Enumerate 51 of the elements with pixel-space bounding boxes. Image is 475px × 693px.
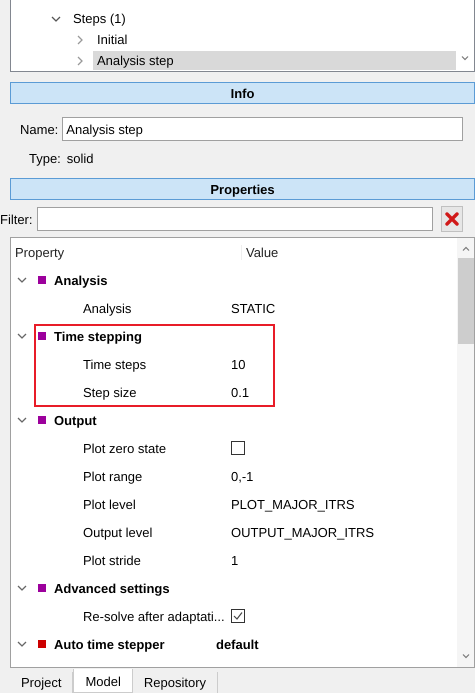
tree-item[interactable]: Steps (1): [69, 9, 130, 28]
property-name: Plot stride: [83, 552, 142, 568]
group-label: Auto time stepper: [54, 636, 166, 652]
close-icon: [444, 212, 458, 226]
property-value[interactable]: 0.1: [231, 384, 250, 400]
property-value[interactable]: STATIC: [231, 300, 276, 316]
properties-header: Properties: [10, 178, 475, 200]
property-name: Re-solve after adaptati...: [83, 608, 226, 624]
property-name: Analysis: [83, 300, 132, 316]
scrollbar[interactable]: [457, 238, 474, 667]
checkbox[interactable]: [231, 609, 245, 623]
column-header[interactable]: Value: [242, 244, 278, 260]
tab[interactable]: Repository: [132, 672, 218, 693]
tree-item[interactable]: Analysis step: [93, 51, 456, 70]
checkbox[interactable]: [231, 441, 245, 455]
property-value[interactable]: 0,-1: [231, 468, 254, 484]
chevron-icon[interactable]: [17, 639, 27, 649]
chevron-icon[interactable]: [51, 14, 61, 24]
property-name: Time steps: [83, 356, 148, 372]
property-name: Plot range: [83, 468, 144, 484]
scroll-thumb[interactable]: [458, 258, 474, 344]
property-name: Output level: [83, 524, 154, 540]
property-value[interactable]: 10: [231, 356, 246, 372]
name-label: Name:: [20, 122, 58, 136]
group-label: Output: [54, 412, 98, 428]
chevron-icon[interactable]: [17, 583, 27, 593]
chevron-icon[interactable]: [17, 415, 27, 425]
tab[interactable]: Model: [73, 669, 133, 693]
property-name: Plot level: [83, 496, 137, 512]
group-label: Analysis: [54, 272, 108, 288]
property-value[interactable]: PLOT_MAJOR_ITRS: [231, 496, 355, 512]
scroll-down-icon[interactable]: [460, 53, 470, 63]
filter-field[interactable]: [36, 207, 432, 231]
type-label: Type:: [29, 150, 61, 166]
clear-button[interactable]: [440, 206, 462, 232]
group-label: Time stepping: [54, 328, 143, 344]
property-name: Step size: [83, 384, 138, 400]
filter-label: Filter:: [0, 212, 32, 226]
group-label: Advanced settings: [54, 580, 171, 596]
property-value[interactable]: 1: [231, 552, 238, 568]
tree-item[interactable]: Initial: [93, 30, 456, 49]
name-field[interactable]: Analysis step: [62, 117, 464, 141]
chevron-icon[interactable]: [17, 275, 27, 285]
chevron-icon[interactable]: [17, 331, 27, 341]
property-value[interactable]: OUTPUT_MAJOR_ITRS: [231, 524, 374, 540]
scroll-down-icon[interactable]: [460, 651, 470, 661]
property-name: Plot zero state: [83, 440, 168, 456]
type-value: solid: [66, 150, 94, 166]
group-value: default: [216, 636, 259, 652]
info-header: Info: [10, 82, 475, 104]
column-header[interactable]: Property: [11, 244, 242, 260]
